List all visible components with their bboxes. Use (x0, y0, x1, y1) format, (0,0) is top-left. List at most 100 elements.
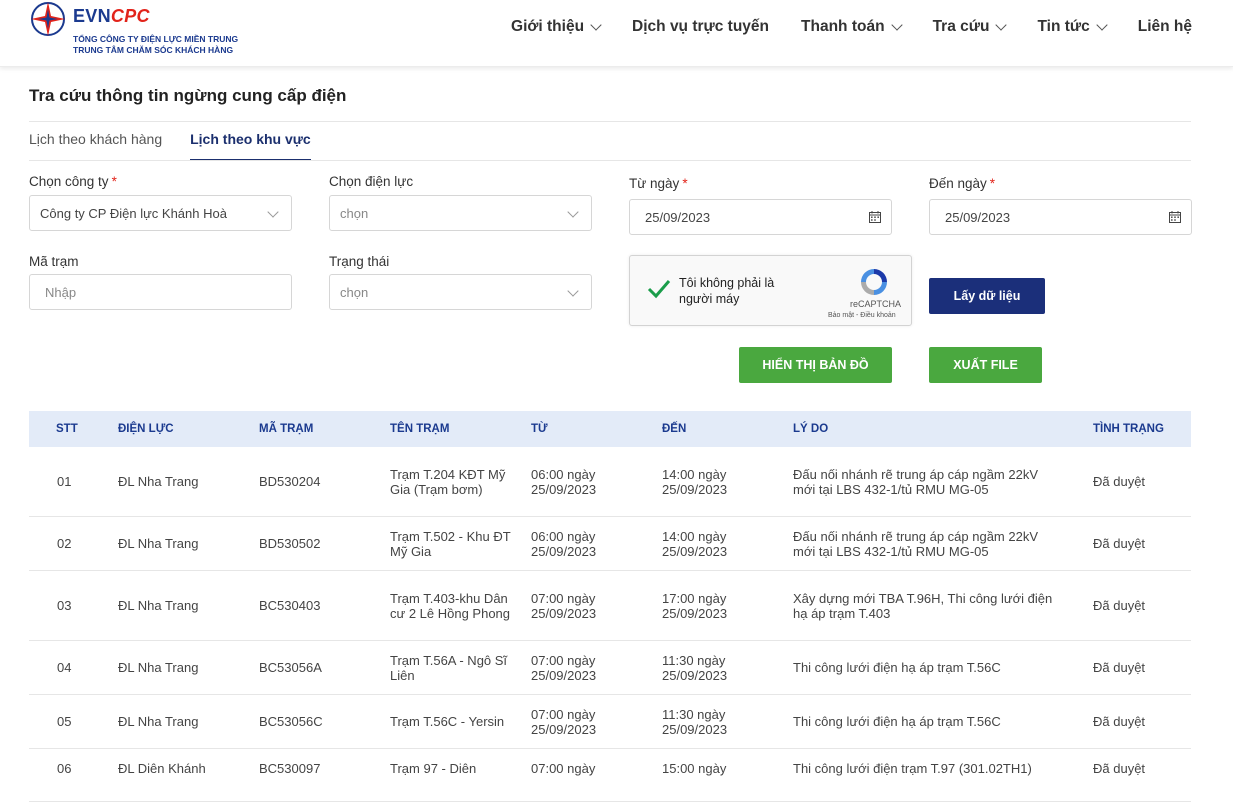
cell-branch: ĐL Nha Trang (118, 660, 199, 675)
cell-status: Đã duyệt (1093, 598, 1146, 613)
col-header: TỪ (531, 422, 548, 435)
table-row: 04 ĐL Nha Trang BC53056A Trạm T.56A - Ng… (29, 641, 1191, 695)
cell-to: 11:30 ngày 25/09/2023 (662, 706, 728, 737)
recaptcha-brand: reCAPTCHA (850, 299, 902, 309)
fetch-data-button[interactable]: Lấy dữ liệu (929, 278, 1045, 314)
table-row: 03 ĐL Nha Trang BC530403 Trạm T.403-khu … (29, 571, 1191, 641)
nav-gioi-thieu[interactable]: Giới thiệu (511, 18, 602, 36)
cell-from: 07:00 ngày 25/09/2023 (531, 652, 597, 683)
chevron-down-icon (890, 19, 903, 31)
cell-stt: 02 (57, 536, 72, 551)
recaptcha-links[interactable]: Bảo mật - Điều khoản (828, 312, 896, 319)
chevron-down-icon (567, 285, 579, 297)
main-nav: Giới thiệu Dịch vụ trực tuyến Thanh toán… (479, 18, 1192, 36)
cell-stt: 03 (57, 598, 72, 613)
cell-to: 14:00 ngày 25/09/2023 (662, 528, 728, 559)
brand-subtitle-1: TỔNG CÔNG TY ĐIỆN LỰC MIỀN TRUNG (73, 34, 239, 44)
cell-station-name: Trạm T.204 KĐT Mỹ Gia (Trạm bơm) (390, 466, 506, 497)
cell-stt: 01 (57, 474, 72, 489)
cell-from: 06:00 ngày 25/09/2023 (531, 528, 597, 559)
branch-select[interactable]: chọn (329, 195, 592, 231)
cell-status: Đã duyệt (1093, 714, 1146, 729)
cell-reason: Đấu nối nhánh rẽ trung áp cáp ngầm 22kV … (793, 528, 1039, 559)
from-date-label: Từ ngày * (629, 176, 688, 191)
recaptcha-text: Tôi không phải là người máy (679, 276, 775, 306)
table-header: STT ĐIỆN LỰC MÃ TRẠM TÊN TRẠM TỪ ĐẾN LÝ … (29, 411, 1191, 447)
cell-station-code: BD530502 (259, 536, 321, 551)
from-date-input[interactable]: 25/09/2023 (629, 199, 892, 235)
cell-station-name: Trạm T.56C - Yersin (390, 714, 505, 729)
cell-stt: 04 (57, 660, 72, 675)
divider (29, 160, 1191, 161)
col-header: MÃ TRẠM (259, 422, 314, 435)
table-row: 01 ĐL Nha Trang BD530204 Trạm T.204 KĐT … (29, 447, 1191, 517)
table-row: 05 ĐL Nha Trang BC53056C Trạm T.56C - Ye… (29, 695, 1191, 749)
calendar-icon (1169, 211, 1181, 223)
cell-stt: 05 (57, 714, 72, 729)
outage-table: STT ĐIỆN LỰC MÃ TRẠM TÊN TRẠM TỪ ĐẾN LÝ … (29, 411, 1191, 802)
cell-to: 17:00 ngày 25/09/2023 (662, 590, 728, 621)
evn-star-icon (31, 2, 65, 36)
cell-status: Đã duyệt (1093, 474, 1146, 489)
nav-lien-he[interactable]: Liên hệ (1138, 18, 1192, 36)
cell-from: 07:00 ngày 25/09/2023 (531, 706, 597, 737)
brand-subtitle-2: TRUNG TÂM CHĂM SÓC KHÁCH HÀNG (73, 45, 234, 55)
station-code-label: Mã trạm (29, 254, 79, 269)
top-navbar: EVNCPC TỔNG CÔNG TY ĐIỆN LỰC MIỀN TRUNG … (0, 0, 1233, 67)
brand-name: EVNCPC (73, 6, 150, 26)
cell-reason: Xây dựng mới TBA T.96H, Thi công lưới đi… (793, 590, 1053, 621)
company-label: Chọn công ty * (29, 174, 117, 189)
branch-label: Chọn điện lực (329, 174, 414, 189)
cell-branch: ĐL Nha Trang (118, 474, 199, 489)
cell-status: Đã duyệt (1093, 660, 1146, 675)
show-map-button[interactable]: HIỂN THỊ BẢN ĐỒ (739, 347, 892, 383)
to-date-input[interactable]: 25/09/2023 (929, 199, 1192, 235)
cell-status: Đã duyệt (1093, 536, 1146, 551)
cell-reason: Thi công lưới điện hạ áp trạm T.56C (793, 660, 1001, 675)
cell-from: 07:00 ngày 25/09/2023 (531, 590, 597, 621)
to-date-label: Đến ngày * (929, 176, 996, 191)
station-code-input[interactable] (29, 274, 292, 310)
cell-station-name: Trạm T.56A - Ngô Sĩ Liên (390, 652, 508, 683)
cell-branch: ĐL Nha Trang (118, 598, 199, 613)
tab-bar: Lịch theo khách hàng Lịch theo khu vực (29, 131, 339, 161)
recaptcha-logo-icon (861, 269, 887, 295)
cell-to: 11:30 ngày 25/09/2023 (662, 652, 728, 683)
status-select[interactable]: chọn (329, 274, 592, 310)
cell-station-code: BC530403 (259, 598, 321, 613)
col-header: TÌNH TRẠNG (1093, 422, 1164, 435)
cell-branch: ĐL Nha Trang (118, 536, 199, 551)
cell-station-name: Trạm T.502 - Khu ĐT Mỹ Gia (390, 528, 511, 559)
company-select[interactable]: Công ty CP Điện lực Khánh Hoà (29, 195, 292, 231)
cell-reason: Đấu nối nhánh rẽ trung áp cáp ngầm 22kV … (793, 466, 1039, 497)
cell-reason: Thi công lưới điện hạ áp trạm T.56C (793, 714, 1001, 729)
export-file-button[interactable]: XUẤT FILE (929, 347, 1042, 383)
chevron-down-icon (1096, 19, 1108, 31)
cell-station-code: BC53056A (259, 660, 322, 675)
col-header: TÊN TRẠM (390, 422, 450, 435)
nav-tin-tuc[interactable]: Tin tức (1037, 18, 1108, 36)
cell-station-name: Trạm T.403-khu Dân cư 2 Lê Hồng Phong (390, 590, 511, 621)
cell-to: 14:00 ngày 25/09/2023 (662, 466, 728, 497)
col-header: ĐẾN (662, 422, 687, 435)
table-row: 02 ĐL Nha Trang BD530502 Trạm T.502 - Kh… (29, 517, 1191, 571)
nav-dich-vu-truc-tuyen[interactable]: Dịch vụ trực tuyến (632, 18, 769, 36)
checkmark-icon[interactable] (646, 276, 672, 302)
evncpc-logo[interactable]: EVNCPC TỔNG CÔNG TY ĐIỆN LỰC MIỀN TRUNG … (29, 0, 269, 62)
col-header: ĐIỆN LỰC (118, 422, 174, 435)
nav-tra-cuu[interactable]: Tra cứu (933, 18, 1008, 36)
tab-by-area[interactable]: Lịch theo khu vực (190, 131, 311, 161)
divider (29, 121, 1191, 122)
nav-thanh-toan[interactable]: Thanh toán (801, 18, 903, 36)
chevron-down-icon (267, 206, 279, 218)
chevron-down-icon (995, 19, 1008, 31)
table-row: 06 ĐL Diên Khánh BC530097 Trạm 97 - Diên… (29, 749, 1191, 802)
chevron-down-icon (590, 19, 602, 31)
tab-by-customer[interactable]: Lịch theo khách hàng (29, 131, 162, 161)
cell-from: 06:00 ngày 25/09/2023 (531, 466, 597, 497)
col-header: STT (56, 422, 78, 435)
cell-branch: ĐL Nha Trang (118, 714, 199, 729)
chevron-down-icon (567, 206, 579, 218)
cell-station-code: BD530204 (259, 474, 321, 489)
col-header: LÝ DO (793, 422, 829, 435)
